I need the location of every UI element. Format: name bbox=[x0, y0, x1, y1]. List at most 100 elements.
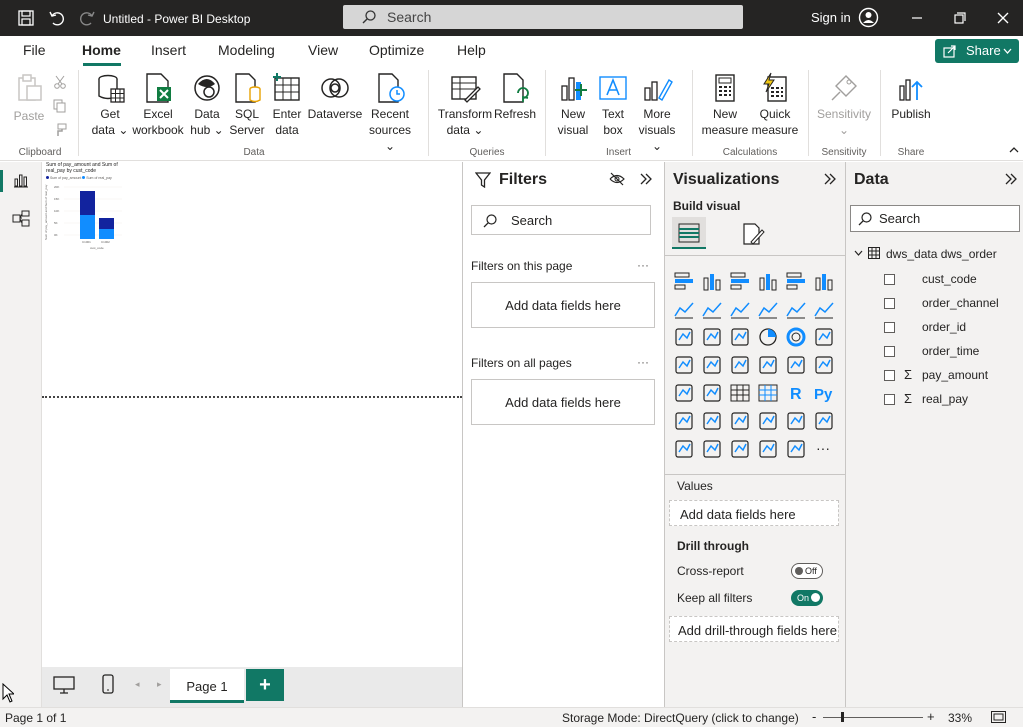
filters-search-input[interactable]: Search bbox=[471, 205, 651, 235]
page-tab-1[interactable]: Page 1 bbox=[170, 669, 244, 703]
more-options-icon[interactable]: ··· bbox=[637, 258, 649, 272]
publish-button[interactable]: Publish bbox=[888, 72, 934, 122]
line-stacked-column-visual-icon[interactable] bbox=[757, 298, 779, 320]
stacked-bar-visual-icon[interactable] bbox=[673, 270, 695, 292]
clustered-bar-visual-icon[interactable] bbox=[729, 270, 751, 292]
sql-server-button[interactable]: SQL Server bbox=[229, 72, 265, 138]
zoom-in-icon[interactable]: + bbox=[927, 710, 935, 724]
qa-visual-icon[interactable] bbox=[729, 410, 751, 432]
python-visual-icon[interactable]: Py bbox=[813, 382, 835, 404]
stacked-area-visual-icon[interactable] bbox=[729, 298, 751, 320]
trophy-visual-icon[interactable] bbox=[785, 410, 807, 432]
menu-optimize[interactable]: Optimize bbox=[369, 42, 424, 58]
menu-file[interactable]: File bbox=[23, 42, 46, 58]
next-page-icon[interactable]: ▸ bbox=[157, 679, 162, 690]
page-filters-dropzone[interactable]: Add data fields here bbox=[471, 282, 655, 328]
field-item[interactable]: order_channel bbox=[884, 296, 1014, 316]
storage-mode-link[interactable]: Storage Mode: DirectQuery (click to chan… bbox=[562, 711, 799, 725]
menu-help[interactable]: Help bbox=[457, 42, 486, 58]
field-checkbox[interactable] bbox=[884, 370, 895, 381]
decomposition-tree-visual-icon[interactable] bbox=[701, 410, 723, 432]
report-canvas[interactable]: Sum of pay_amount and Sum of real_pay by… bbox=[42, 162, 462, 667]
data-hub-button[interactable]: Data hub ⌄ bbox=[188, 72, 226, 138]
stacked-bar-100-visual-icon[interactable] bbox=[785, 270, 807, 292]
smart-narrative-visual-icon[interactable] bbox=[757, 410, 779, 432]
paste-button[interactable]: Paste bbox=[12, 72, 46, 124]
maximize-icon[interactable] bbox=[949, 8, 969, 28]
refresh-button[interactable]: Refresh bbox=[494, 72, 536, 122]
zoom-slider[interactable] bbox=[823, 717, 923, 718]
pie-visual-icon[interactable] bbox=[757, 326, 779, 348]
collapse-ribbon-icon[interactable] bbox=[1009, 146, 1019, 153]
recent-sources-button[interactable]: Recent sources ⌄ bbox=[366, 72, 414, 154]
search-box[interactable]: Search bbox=[343, 5, 743, 29]
drill-through-dropzone[interactable]: Add drill-through fields here bbox=[669, 616, 839, 642]
treemap-visual-icon[interactable] bbox=[813, 326, 835, 348]
kpi-visual-icon[interactable] bbox=[673, 382, 695, 404]
field-checkbox[interactable] bbox=[884, 346, 895, 357]
area-visual-icon[interactable] bbox=[701, 298, 723, 320]
key-influencers-visual-icon[interactable] bbox=[673, 410, 695, 432]
hide-eye-icon[interactable] bbox=[609, 172, 625, 186]
diamond-visual-icon[interactable] bbox=[757, 438, 779, 460]
format-painter-icon[interactable] bbox=[53, 123, 67, 137]
field-item[interactable]: Σreal_pay bbox=[884, 391, 1014, 412]
fit-to-page-icon[interactable] bbox=[991, 711, 1006, 723]
redo-icon[interactable] bbox=[77, 8, 97, 28]
field-checkbox[interactable] bbox=[884, 274, 895, 285]
power-apps-visual-icon[interactable] bbox=[673, 438, 695, 460]
close-icon[interactable] bbox=[993, 8, 1013, 28]
donut-visual-icon[interactable] bbox=[785, 326, 807, 348]
undo-icon[interactable] bbox=[47, 8, 67, 28]
map-visual-icon[interactable] bbox=[673, 354, 695, 376]
prev-page-icon[interactable]: ◂ bbox=[135, 679, 140, 690]
zoom-slider-thumb[interactable] bbox=[841, 712, 844, 722]
cut-icon[interactable] bbox=[53, 75, 67, 89]
azure-map-visual-icon[interactable] bbox=[729, 354, 751, 376]
filled-map-visual-icon[interactable] bbox=[701, 354, 723, 376]
enter-data-button[interactable]: Enter data bbox=[270, 72, 304, 138]
add-page-button[interactable]: + bbox=[246, 669, 284, 701]
sensitivity-button[interactable]: Sensitivity ⌄ bbox=[814, 72, 874, 138]
matrix-visual-icon[interactable] bbox=[757, 382, 779, 404]
table-visual-icon[interactable] bbox=[729, 382, 751, 404]
desktop-layout-icon[interactable] bbox=[53, 676, 75, 694]
stacked-column-visual-icon[interactable] bbox=[701, 270, 723, 292]
field-item[interactable]: order_id bbox=[884, 320, 1014, 340]
gauge-visual-icon[interactable] bbox=[757, 354, 779, 376]
paginated-report-visual-icon[interactable] bbox=[813, 410, 835, 432]
sign-in-link[interactable]: Sign in bbox=[811, 10, 851, 25]
text-box-button[interactable]: Text box bbox=[595, 72, 631, 138]
collapse-filters-icon[interactable] bbox=[639, 172, 653, 186]
zoom-out-icon[interactable]: - bbox=[812, 710, 816, 723]
mobile-layout-icon[interactable] bbox=[102, 674, 114, 694]
copy-icon[interactable] bbox=[53, 99, 67, 113]
funnel-visual-icon[interactable] bbox=[701, 326, 723, 348]
stacked-column-100-visual-icon[interactable] bbox=[813, 270, 835, 292]
field-item[interactable]: order_time bbox=[884, 344, 1014, 364]
field-item[interactable]: Σpay_amount bbox=[884, 367, 1014, 388]
more-visuals-icon[interactable]: ··· bbox=[813, 438, 835, 460]
r-script-visual-icon[interactable]: R bbox=[785, 382, 807, 404]
build-visual-tab[interactable] bbox=[672, 217, 706, 249]
menu-home[interactable]: Home bbox=[82, 42, 121, 58]
report-view-icon[interactable] bbox=[13, 172, 29, 188]
collapse-data-icon[interactable] bbox=[1004, 172, 1018, 186]
card-visual-icon[interactable] bbox=[785, 354, 807, 376]
collapse-viz-icon[interactable] bbox=[823, 172, 837, 186]
field-checkbox[interactable] bbox=[884, 322, 895, 333]
clustered-column-visual-icon[interactable] bbox=[757, 270, 779, 292]
field-checkbox[interactable] bbox=[884, 394, 895, 405]
field-item[interactable]: cust_code bbox=[884, 272, 1014, 292]
transform-data-button[interactable]: Transform data ⌄ bbox=[436, 72, 494, 138]
ribbon-visual-icon[interactable] bbox=[813, 298, 835, 320]
share-button[interactable]: Share bbox=[935, 39, 1019, 63]
model-view-icon[interactable] bbox=[12, 210, 30, 228]
values-dropzone[interactable]: Add data fields here bbox=[669, 500, 839, 526]
new-visual-button[interactable]: New visual bbox=[554, 72, 592, 138]
keep-filters-toggle[interactable]: On bbox=[791, 590, 823, 606]
stacked-column-chart[interactable]: 20K 15K 10K 5K 0K C1001 C1002 bbox=[54, 184, 124, 246]
more-visuals-button[interactable]: More visuals ⌄ bbox=[633, 72, 681, 154]
arcgis-visual-icon[interactable] bbox=[729, 438, 751, 460]
data-search-input[interactable]: Search bbox=[850, 205, 1020, 232]
